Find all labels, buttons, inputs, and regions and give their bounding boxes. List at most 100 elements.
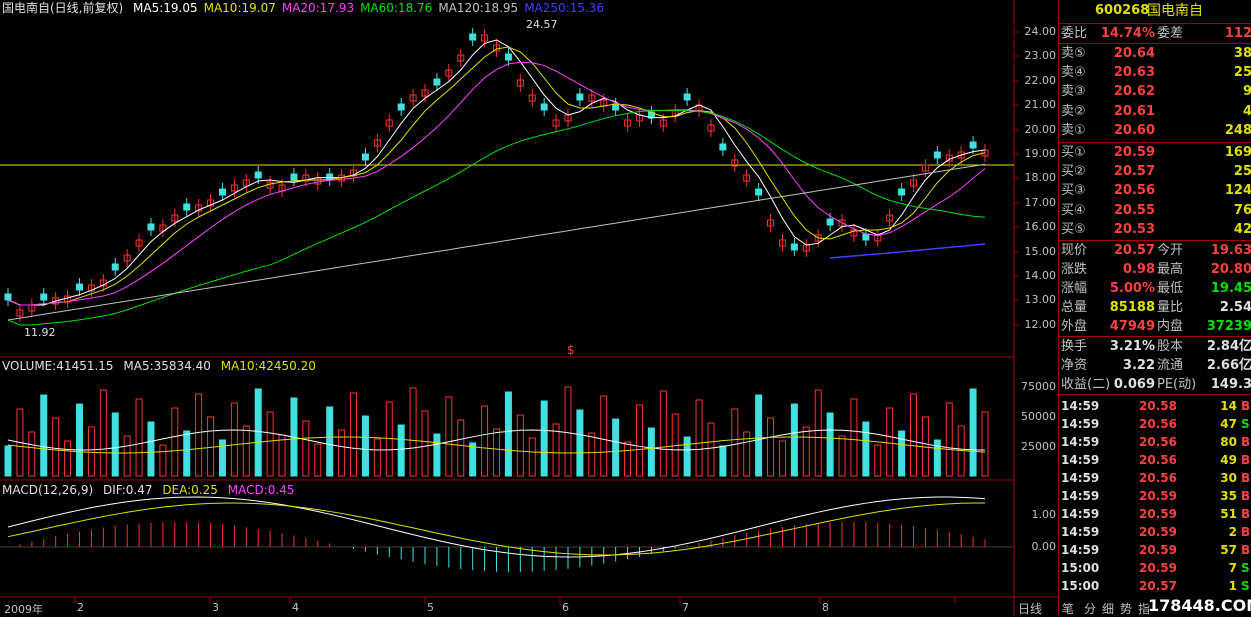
volume-bar	[814, 389, 822, 477]
volume-bar	[64, 440, 72, 477]
volume-bar	[75, 403, 83, 477]
tab-2[interactable]: 分	[1084, 600, 1096, 617]
level-label: 卖①	[1061, 122, 1086, 138]
kline-chart[interactable]	[0, 0, 1058, 616]
stock-code: 600268	[1095, 3, 1150, 18]
volume-bar	[767, 417, 775, 477]
level-label: 卖③	[1061, 84, 1086, 100]
tick-qty: 80	[1220, 435, 1237, 449]
tick-row[interactable]: 14:59 20.56 47 S	[1059, 415, 1251, 433]
price-axis: 24.00 23.00 22.00 21.00 20.00 19.00 18.00 17.00…	[1014, 0, 1058, 360]
ask-level[interactable]: 卖② 20.61 4	[1059, 103, 1251, 121]
level-volume: 25	[1233, 65, 1251, 81]
tab-4[interactable]: 势	[1120, 600, 1132, 617]
volume-bar	[433, 433, 441, 477]
tab-1[interactable]: 笔	[1062, 600, 1074, 617]
candle-body	[40, 293, 48, 301]
volume-bar	[266, 411, 274, 477]
level-price: 20.57	[1113, 164, 1155, 180]
price-tick: 23.00	[1024, 49, 1057, 63]
macd-dea: DEA:0.25	[162, 483, 218, 497]
candle-body	[218, 188, 226, 196]
tab-3[interactable]: 细	[1102, 600, 1114, 617]
ask-level[interactable]: 卖③ 20.62 9	[1059, 83, 1251, 101]
fundamental-value: 2.84亿	[1206, 339, 1251, 354]
level-price: 20.60	[1113, 122, 1155, 138]
candle-body	[683, 93, 691, 101]
macd-header: MACD(12,26,9) DIF:0.47 DEA:0.25 MACD:0.4…	[2, 483, 300, 497]
bid-level[interactable]: 买③ 20.56 124	[1059, 182, 1251, 200]
fundamental-row: 收益(二) 0.069 PE(动) 149.3	[1059, 376, 1251, 394]
tick-row[interactable]: 14:59 20.59 35 B	[1059, 487, 1251, 505]
tick-row[interactable]: 14:59 20.56 49 B	[1059, 451, 1251, 469]
ask-level[interactable]: 卖④ 20.63 25	[1059, 64, 1251, 82]
volume-bar	[516, 414, 524, 477]
tick-row[interactable]: 14:59 20.59 51 B	[1059, 505, 1251, 523]
tick-time: 14:59	[1061, 489, 1100, 503]
bid-level[interactable]: 买④ 20.55 76	[1059, 202, 1251, 220]
level-price: 20.53	[1113, 221, 1155, 237]
price-tick: 12.00	[1024, 317, 1057, 331]
tick-row[interactable]: 15:00 20.59 7 S	[1059, 559, 1251, 577]
tick-qty: 51	[1220, 507, 1237, 521]
ask-level[interactable]: 卖① 20.60 248	[1059, 122, 1251, 140]
volume-bar	[350, 392, 358, 477]
fundamental-value: 149.3	[1210, 377, 1251, 392]
volume-ma5: MA5:35834.40	[123, 359, 211, 373]
tab-0[interactable]: 日线	[1018, 600, 1042, 617]
bid-level[interactable]: 买① 20.59 169	[1059, 144, 1251, 162]
level-volume: 124	[1224, 183, 1251, 199]
volume-bar	[564, 386, 572, 477]
level-volume: 76	[1233, 202, 1251, 218]
level-price: 20.64	[1113, 46, 1155, 61]
level-label: 买⑤	[1061, 221, 1086, 237]
level-volume: 9	[1242, 84, 1251, 100]
tick-time: 14:59	[1061, 453, 1100, 467]
stat-value: 5.00%	[1109, 281, 1155, 296]
tick-row[interactable]: 14:59 20.58 14 B	[1059, 397, 1251, 415]
tick-time: 14:59	[1061, 417, 1100, 431]
tick-row[interactable]: 15:00 20.57 1 S	[1059, 577, 1251, 595]
tick-row[interactable]: 14:59 20.56 80 B	[1059, 433, 1251, 451]
macd-tick: 1.00	[1031, 508, 1057, 521]
volume-bar	[99, 389, 107, 477]
stat-row: 涨幅 5.00% 最低 19.45	[1059, 280, 1251, 298]
bid-level[interactable]: 买② 20.57 25	[1059, 163, 1251, 181]
tick-side: B	[1241, 399, 1251, 413]
weibi-label: 委比	[1061, 26, 1088, 41]
tick-time: 14:59	[1061, 543, 1100, 557]
volume-bar	[612, 418, 620, 477]
volume-bar	[195, 393, 203, 477]
tick-row[interactable]: 14:59 20.56 30 B	[1059, 469, 1251, 487]
ma-label: MA5:19.05	[133, 1, 198, 15]
volume-bar	[207, 416, 215, 477]
volume-bar	[790, 403, 798, 477]
volume-bar	[481, 405, 489, 477]
tick-price: 20.59	[1139, 561, 1177, 575]
macd-value: MACD:0.45	[227, 483, 295, 497]
volume-bar	[874, 444, 882, 477]
volume-bar	[731, 408, 739, 477]
tick-time: 14:59	[1061, 471, 1100, 485]
tick-row[interactable]: 14:59 20.59 57 B	[1059, 541, 1251, 559]
divider	[1059, 240, 1251, 241]
ask-level[interactable]: 卖⑤ 20.64 38	[1059, 45, 1251, 63]
tick-side: S	[1241, 561, 1250, 575]
volume-bar	[719, 445, 727, 477]
tick-time: 15:00	[1061, 561, 1100, 575]
weibi-value: 14.74%	[1100, 26, 1155, 41]
macd-axis: 1.00 0.00	[1014, 482, 1058, 597]
candle-body	[469, 33, 477, 41]
tick-side: B	[1241, 471, 1251, 485]
chart-area[interactable]: 国电南自(日线,前复权) MA5:19.05 MA10:19.07 MA20:17.…	[0, 0, 1058, 616]
tick-price: 20.58	[1139, 399, 1177, 413]
event-marker[interactable]: $	[567, 343, 575, 357]
bid-level[interactable]: 买⑤ 20.53 42	[1059, 221, 1251, 239]
volume-bar	[254, 388, 262, 477]
level-volume: 169	[1224, 145, 1251, 160]
tick-row[interactable]: 14:59 20.59 2 B	[1059, 523, 1251, 541]
tick-price: 20.56	[1139, 435, 1177, 449]
candle-body	[826, 218, 834, 226]
level-price: 20.63	[1113, 65, 1155, 81]
divider	[1059, 23, 1251, 24]
